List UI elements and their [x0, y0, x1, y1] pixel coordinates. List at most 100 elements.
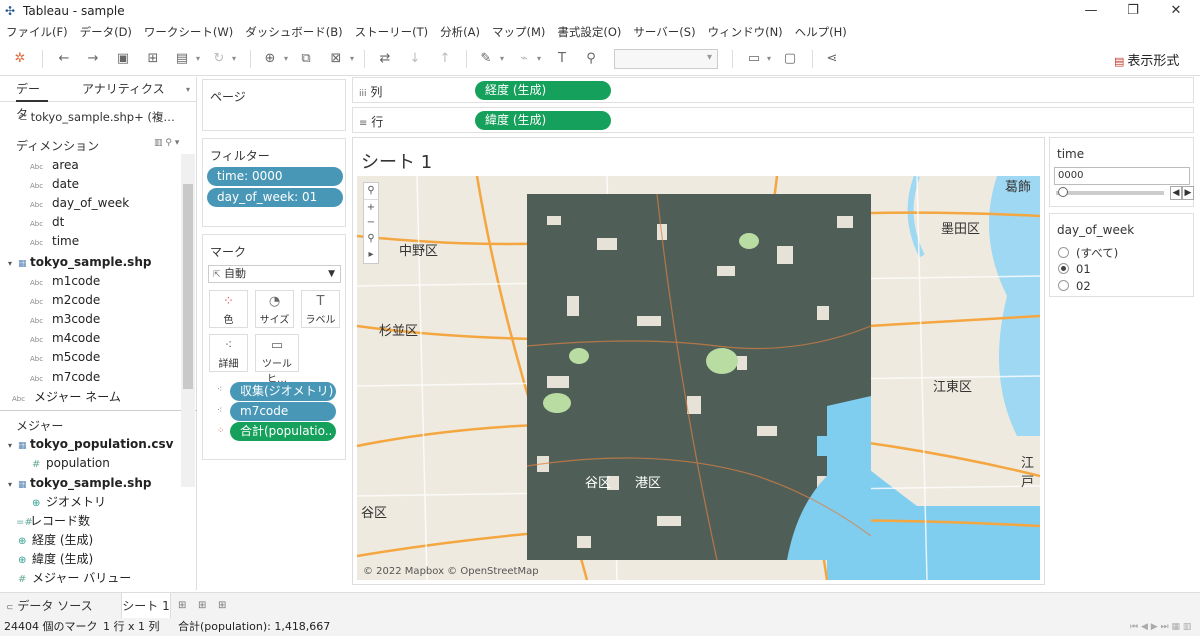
tab-analytics[interactable]: アナリティクス [82, 77, 165, 102]
rows-pill-latitude[interactable]: 緯度 (生成) [475, 111, 611, 130]
maximize-button[interactable]: ❐ [1113, 0, 1153, 22]
pages-shelf[interactable]: ページ [202, 79, 346, 131]
sheet-nav-icon[interactable]: ⏮ ◀ ▶ ⏭ ▦ ▥ [1130, 618, 1191, 636]
field-m4code[interactable]: Abc m4code [30, 329, 100, 348]
chevron-down-icon[interactable]: ▾ [767, 55, 773, 63]
columns-pill-longitude[interactable]: 経度 (生成) [475, 81, 611, 100]
time-slider[interactable] [1056, 187, 1164, 197]
table-tokyo-sample-measures[interactable]: ▾ ▦ tokyo_sample.shp [8, 474, 151, 493]
swap-axes-icon[interactable]: ⇄ [376, 50, 394, 68]
fix-axes-icon[interactable]: ⚲ [582, 50, 600, 68]
rows-shelf[interactable]: ≡ 行 緯度 (生成) [352, 107, 1194, 133]
field-dt[interactable]: Abc dt [30, 213, 64, 232]
menu-window[interactable]: ウィンドウ(N) [702, 24, 789, 40]
menu-data[interactable]: データ(D) [74, 24, 138, 40]
map-search-icon[interactable]: ⚲ [364, 183, 378, 199]
field-m5code[interactable]: Abc m5code [30, 348, 100, 367]
mark-pill-geometry[interactable]: 収集(ジオメトリ) [230, 382, 336, 401]
field-m1code[interactable]: Abc m1code [30, 272, 100, 291]
presentation-icon[interactable]: ▢ [781, 50, 799, 68]
new-sheet-icon[interactable]: ⊞ [178, 593, 186, 619]
new-datasource-icon[interactable]: ⊞ [144, 50, 162, 68]
sort-ascending-icon[interactable]: ↓ [406, 50, 424, 68]
share-icon[interactable]: ⋖ [823, 50, 841, 68]
field-latitude[interactable]: ⊕ 緯度 (生成) [18, 550, 93, 569]
chevron-down-icon[interactable]: ▾ [500, 55, 506, 63]
field-record-count[interactable]: =#レコード数 [16, 512, 90, 531]
chevron-down-icon[interactable]: ▾ [537, 55, 543, 63]
menu-analysis[interactable]: 分析(A) [434, 24, 486, 40]
prev-button[interactable]: ◀ [1170, 186, 1182, 200]
tab-data[interactable]: データ [16, 77, 48, 121]
view-options-icon[interactable]: ▥ ⚲ ▾ [154, 138, 179, 148]
new-sheet-icon[interactable]: ⊕ [261, 50, 279, 68]
menu-help[interactable]: ヘルプ(H) [789, 24, 853, 40]
menu-file[interactable]: ファイル(F) [0, 24, 74, 40]
chevron-down-icon[interactable]: ▾ [196, 55, 202, 63]
mark-pill-sum-population[interactable]: 合計(populatio.. [230, 422, 336, 441]
datasource-tab[interactable]: ⊂ データ ソース [6, 593, 93, 619]
menu-server[interactable]: サーバー(S) [627, 24, 701, 40]
save-icon[interactable]: ▣ [114, 50, 132, 68]
clear-sheet-icon[interactable]: ⊠ [327, 50, 345, 68]
field-measure-values[interactable]: # メジャー バリュー [18, 569, 131, 588]
undo-icon[interactable]: ← [55, 50, 73, 68]
field-area[interactable]: Abc area [30, 156, 79, 175]
slider-knob[interactable] [1058, 187, 1068, 197]
sheet-tab[interactable]: シート 1 [121, 593, 171, 619]
filters-shelf[interactable]: フィルター time: 0000 day_of_week: 01 [202, 138, 346, 227]
tooltip-button[interactable]: ▭ ツールヒ… [255, 334, 299, 385]
tableau-home-icon[interactable]: ✲ [11, 50, 29, 68]
table-tokyo-population[interactable]: ▾ ▦ tokyo_population.csv [8, 435, 173, 454]
new-story-icon[interactable]: ⊞ [218, 593, 226, 619]
dow-option-02[interactable]: 02 [1058, 279, 1091, 293]
chevron-down-icon[interactable]: ▾ [232, 55, 238, 63]
field-measure-names[interactable]: Abc メジャー ネーム [12, 388, 121, 407]
field-time[interactable]: Abc time [30, 232, 79, 251]
field-m7code[interactable]: Abc m7code [30, 368, 100, 387]
highlight-icon[interactable]: ✎ [477, 50, 495, 68]
map[interactable]: 中野区 杉並区 墨田区 江東区 葛飾 谷区 港区 谷区 江戸 ⚲ + − ⚲ ▸… [357, 176, 1040, 580]
menu-map[interactable]: マップ(M) [486, 24, 551, 40]
chevron-down-icon[interactable]: ▾ [350, 55, 356, 63]
menu-worksheet[interactable]: ワークシート(W) [138, 24, 239, 40]
datasource-item[interactable]: ⊂ tokyo_sample.shp+ (複… [18, 109, 175, 125]
color-button[interactable]: ⁘ 色 [209, 290, 248, 328]
menu-format[interactable]: 書式設定(O) [551, 24, 627, 40]
field-day-of-week[interactable]: Abc day_of_week [30, 194, 129, 213]
mark-type-dropdown[interactable]: ⇱ 自動 ▼ [208, 265, 341, 283]
dow-option-all[interactable]: (すべて) [1058, 245, 1118, 261]
pane-menu-icon[interactable]: ▾ [186, 77, 190, 102]
field-m2code[interactable]: Abc m2code [30, 291, 100, 310]
expand-arrow-icon[interactable]: ▸ [364, 247, 378, 263]
field-geometry[interactable]: ⊕ ジオメトリ [32, 493, 106, 512]
show-labels-icon[interactable]: T [553, 50, 571, 68]
field-longitude[interactable]: ⊕ 経度 (生成) [18, 531, 93, 550]
table-tokyo-sample[interactable]: ▾ ▦ tokyo_sample.shp [8, 253, 151, 272]
field-population[interactable]: # population [32, 454, 110, 473]
fit-width-dropdown[interactable] [614, 49, 718, 69]
close-button[interactable]: ✕ [1156, 0, 1196, 22]
duplicate-sheet-icon[interactable]: ⧉ [297, 50, 315, 68]
filter-pill-day-of-week[interactable]: day_of_week: 01 [207, 188, 343, 207]
pin-icon[interactable]: ⚲ [364, 231, 378, 247]
size-button[interactable]: ◔ サイズ [255, 290, 294, 328]
time-filter-input[interactable]: 0000 [1054, 167, 1190, 185]
next-button[interactable]: ▶ [1182, 186, 1194, 200]
pause-updates-icon[interactable]: ▤ [173, 50, 191, 68]
chevron-down-icon[interactable]: ▾ [284, 55, 290, 63]
new-dashboard-icon[interactable]: ⊞ [198, 593, 206, 619]
minimize-button[interactable]: — [1071, 0, 1111, 22]
detail-button[interactable]: ⁖ 詳細 [209, 334, 248, 372]
menu-dashboard[interactable]: ダッシュボード(B) [239, 24, 348, 40]
sort-descending-icon[interactable]: ↑ [436, 50, 454, 68]
data-pane-scrollbar[interactable] [181, 154, 195, 487]
columns-shelf[interactable]: iii 列 経度 (生成) [352, 77, 1194, 103]
fit-icon[interactable]: ▭ [745, 50, 763, 68]
group-icon[interactable]: ⌁ [515, 50, 533, 68]
zoom-out-button[interactable]: − [364, 215, 378, 231]
mark-pill-m7code[interactable]: m7code [230, 402, 336, 421]
refresh-icon[interactable]: ↻ [210, 50, 228, 68]
dow-option-01[interactable]: 01 [1058, 262, 1091, 276]
redo-icon[interactable]: → [84, 50, 102, 68]
